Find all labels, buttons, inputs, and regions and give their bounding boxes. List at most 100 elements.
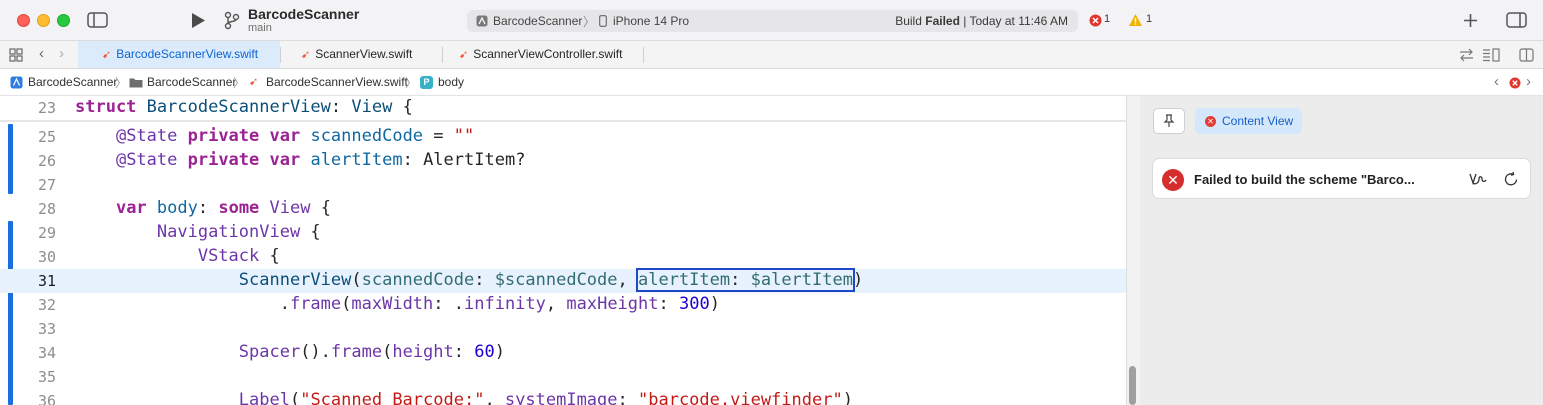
zoom-window-button[interactable] xyxy=(57,14,70,27)
project-name[interactable]: BarcodeScanner xyxy=(248,6,359,22)
error-icon: ✕ xyxy=(1162,169,1184,191)
build-status-time: | Today at 11:46 AM xyxy=(959,14,1068,28)
swift-file-icon: ➹ xyxy=(459,49,469,61)
code-token: ) xyxy=(494,342,505,362)
tab-label: ScannerViewController.swift xyxy=(473,47,623,61)
chevron-right-icon: 〉 xyxy=(405,76,418,90)
code-token: : xyxy=(453,342,475,362)
code-token: ( xyxy=(382,342,393,362)
code-token: (). xyxy=(300,342,331,362)
code-token: Label xyxy=(238,390,290,405)
code-token: frame xyxy=(289,294,342,314)
build-error-message: Failed to build the scheme "Barco... xyxy=(1194,172,1415,187)
editor-scrollbar[interactable] xyxy=(1129,366,1136,405)
code-token: ScannerView xyxy=(238,270,352,290)
back-arrow-icon[interactable]: ‹ xyxy=(39,45,44,62)
iphone-icon xyxy=(599,15,607,27)
destination-selector[interactable]: iPhone 14 Pro xyxy=(613,14,689,28)
chevron-right-icon: 〉 xyxy=(233,76,246,90)
swap-arrows-icon[interactable] xyxy=(1459,48,1474,62)
code-token: height xyxy=(392,342,454,362)
tab-scannerviewcontroller[interactable]: ➹ ScannerViewController.swift xyxy=(443,41,643,68)
code-line: 35 xyxy=(0,365,1126,389)
branch-name[interactable]: main xyxy=(248,22,272,34)
grid-icon[interactable] xyxy=(9,48,23,62)
error-icon[interactable] xyxy=(1089,14,1102,27)
error-count[interactable]: 1 xyxy=(1104,13,1110,25)
line-number: 28 xyxy=(37,200,56,218)
code-token: VStack xyxy=(197,246,260,266)
code-token: : . xyxy=(433,294,464,314)
editor-canvas-divider[interactable] xyxy=(1126,96,1140,405)
project-icon xyxy=(10,76,23,89)
line-number: 33 xyxy=(37,320,56,338)
code-token: some xyxy=(218,198,260,218)
breadcrumb-group[interactable]: BarcodeScanner xyxy=(147,75,236,89)
breadcrumb-symbol[interactable]: body xyxy=(438,75,464,89)
code-line: 25 @State private var scannedCode = "" xyxy=(0,125,1126,149)
chevron-right-icon: 〉 xyxy=(583,15,596,29)
refresh-icon[interactable] xyxy=(1504,171,1519,187)
pin-icon xyxy=(1163,114,1175,127)
editor-options-icon[interactable] xyxy=(1482,48,1500,62)
warning-icon[interactable] xyxy=(1128,13,1143,27)
code-line: 29 NavigationView { xyxy=(0,221,1126,245)
breadcrumb-project[interactable]: BarcodeScanner xyxy=(28,75,117,89)
code-token: , xyxy=(484,390,505,405)
build-status[interactable]: Build Failed | Today at 11:46 AM xyxy=(895,14,1068,28)
code-token: ) xyxy=(709,294,720,314)
app-target-icon xyxy=(476,15,488,27)
play-icon[interactable] xyxy=(190,12,206,29)
source-editor[interactable]: 23 struct BarcodeScannerView: View { 25 … xyxy=(0,96,1126,405)
tab-barcodescannerview[interactable]: ➹ BarcodeScannerView.swift xyxy=(78,41,280,68)
close-window-button[interactable] xyxy=(17,14,30,27)
code-token: ( xyxy=(351,270,362,290)
code-token: 60 xyxy=(474,342,495,362)
code-token: : xyxy=(474,270,495,290)
line-number: 25 xyxy=(37,128,56,146)
split-editor-icon[interactable] xyxy=(1519,48,1534,62)
line-number: 23 xyxy=(37,99,56,117)
selected-argument[interactable]: alertItem: $alertItem xyxy=(636,268,855,292)
tab-scannerview[interactable]: ➹ ScannerView.swift xyxy=(281,41,442,68)
code-token: ? xyxy=(515,150,526,170)
code-token: : xyxy=(330,97,352,117)
code-line: 23 struct BarcodeScannerView: View { xyxy=(0,96,1126,120)
code-line-current: 31 ScannerView(scannedCode: $scannedCode… xyxy=(0,268,1126,293)
code-token: alertItem xyxy=(300,150,403,170)
pin-preview-button[interactable] xyxy=(1153,108,1185,134)
error-icon[interactable] xyxy=(1509,77,1521,89)
previous-issue-icon[interactable]: ‹ xyxy=(1494,73,1499,90)
code-token: = xyxy=(423,126,454,146)
code-line: 30 VStack { xyxy=(0,245,1126,269)
code-token: BarcodeScannerView xyxy=(136,97,331,117)
next-issue-icon[interactable]: › xyxy=(1526,73,1531,90)
content-view-button[interactable]: ✕ Content View xyxy=(1195,108,1302,134)
folder-icon xyxy=(129,78,143,88)
title-bar: BarcodeScanner main BarcodeScanner 〉 iPh… xyxy=(0,0,1543,41)
minimize-window-button[interactable] xyxy=(37,14,50,27)
code-token: AlertItem xyxy=(423,150,516,170)
line-number: 35 xyxy=(37,368,56,386)
code-line: 27 xyxy=(0,173,1126,197)
breadcrumb-file[interactable]: BarcodeScannerView.swift xyxy=(266,75,408,89)
code-token: : xyxy=(658,294,679,314)
code-token: View xyxy=(259,198,311,218)
code-token: NavigationView xyxy=(156,222,301,242)
code-token: . xyxy=(279,294,290,314)
swift-file-icon: ➹ xyxy=(249,76,259,88)
code-token: { xyxy=(300,222,321,242)
forward-arrow-icon[interactable]: › xyxy=(59,45,64,62)
diagnostics-icon[interactable] xyxy=(1469,171,1487,187)
plus-icon[interactable] xyxy=(1463,13,1478,28)
code-token: "" xyxy=(453,126,475,146)
warning-count[interactable]: 1 xyxy=(1146,13,1152,25)
code-token: var xyxy=(259,126,301,146)
error-icon: ✕ xyxy=(1205,116,1216,127)
code-token: $alertItem xyxy=(750,270,853,290)
scheme-selector[interactable]: BarcodeScanner xyxy=(493,14,582,28)
code-token: : xyxy=(197,198,219,218)
sidebar-right-icon[interactable] xyxy=(1506,12,1527,28)
line-number: 27 xyxy=(37,176,56,194)
sidebar-left-icon[interactable] xyxy=(87,12,108,28)
